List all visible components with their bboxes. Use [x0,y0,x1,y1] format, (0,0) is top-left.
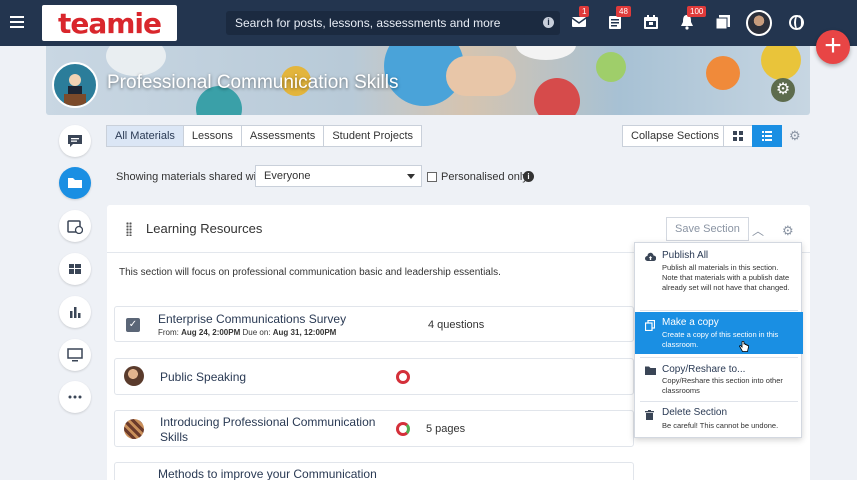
menu-divider [640,401,798,402]
view-settings-gear-icon[interactable]: ⚙ [789,128,801,144]
logo-text: teamie [57,6,162,40]
material-title[interactable]: Introducing Professional Communication [160,415,375,429]
menu-item-publish-all[interactable]: Publish All Publish all materials in thi… [635,243,803,309]
chevron-up-icon[interactable]: ︿ [752,222,764,239]
menu-item-title: Copy/Reshare to... [662,364,746,375]
tab-assessments[interactable]: Assessments [240,125,325,147]
dashboard-grid-icon[interactable] [59,253,91,285]
grid-view-icon[interactable] [723,125,753,147]
cloud-upload-icon [645,252,657,262]
tab-student-projects[interactable]: Student Projects [323,125,423,147]
section-settings-gear-icon[interactable]: ⚙ [782,223,794,239]
materials-tabs: All Materials Lessons Assessments Studen… [106,125,423,147]
calendar-clock-icon[interactable] [59,210,91,242]
banner-decoration [534,78,580,115]
menu-item-title: Publish All [662,250,709,261]
classroom-icon [52,62,98,108]
menu-item-make-a-copy[interactable]: Make a copy Create a copy of this sectio… [635,312,803,354]
folder-icon [645,366,656,376]
from-label: From: [158,328,179,337]
info-icon[interactable]: i [523,171,534,182]
notifications-badge: 100 [687,6,707,17]
user-avatar[interactable] [746,10,772,36]
search-placeholder: Search for posts, lessons, assessments a… [235,16,501,30]
list-view-icon[interactable] [752,125,782,147]
bell-icon[interactable]: 100 [679,6,707,30]
material-title[interactable]: Enterprise Communications Survey [158,312,346,326]
calendar-icon[interactable] [643,14,659,30]
teamie-logo[interactable]: teamie [42,5,177,41]
classroom-settings-gear-icon[interactable]: ⚙ [771,78,795,102]
add-plus-icon[interactable]: + [816,30,850,64]
hamburger-menu-icon[interactable] [10,16,24,28]
material-title[interactable]: Public Speaking [160,370,246,384]
copy-icon [644,319,656,332]
posts-rail-icon[interactable] [59,125,91,157]
chevron-down-icon [407,174,415,179]
monitor-icon[interactable] [59,339,91,371]
material-meta: 5 pages [426,423,466,435]
hand-cursor-icon [739,340,749,353]
banner-decoration [516,46,576,60]
material-thumbnail [124,419,144,439]
filter-label: Showing materials shared with [116,171,266,183]
drag-handle-icon[interactable] [126,222,132,236]
menu-item-description: Publish all materials in this section. N… [662,263,790,292]
more-options-icon[interactable] [59,381,91,413]
section-description: This section will focus on professional … [119,267,501,278]
mail-badge: 1 [579,6,590,17]
material-meta: 4 questions [428,319,485,331]
audience-select[interactable]: Everyone [255,165,422,187]
bar-chart-icon[interactable] [59,296,91,328]
search-info-icon[interactable]: i [543,17,554,28]
menu-item-title: Make a copy [662,317,719,328]
material-title-continued[interactable]: Skills [160,430,188,444]
material-title[interactable]: Methods to improve your Communication [158,467,377,480]
due-label: Due on: [242,328,271,337]
search-input[interactable]: Search for posts, lessons, assessments a… [226,11,560,35]
menu-item-description: Create a copy of this section in this cl… [662,330,779,349]
banner-decoration [706,56,740,90]
collapse-sections-button[interactable]: Collapse Sections [622,125,729,147]
posts-badge: 48 [616,6,631,17]
top-navigation-bar: teamie Search for posts, lessons, assess… [0,0,857,46]
tab-lessons[interactable]: Lessons [182,125,242,147]
personalised-only-checkbox[interactable] [427,172,437,182]
pages-icon[interactable] [715,14,731,30]
audience-select-value: Everyone [264,170,311,182]
personalised-only-label: Personalised only [441,171,528,183]
banner-decoration [446,56,516,96]
classroom-title: Professional Communication Skills [107,72,399,93]
material-thumbnail [124,366,144,386]
from-date: Aug 24, 2:00PM [181,328,241,337]
section-title: Learning Resources [146,221,263,236]
menu-item-description: Copy/Reshare this section into other cla… [662,376,783,395]
menu-item-delete-section[interactable]: Delete Section Be careful! This cannot b… [635,403,803,437]
checklist-icon: ✓ [126,318,140,332]
material-dates: From: Aug 24, 2:00PM Due on: Aug 31, 12:… [158,328,336,337]
banner-decoration [761,46,801,80]
status-ring-icon [396,370,410,384]
banner-decoration [596,52,626,82]
section-options-menu: Publish All Publish all materials in thi… [634,242,803,438]
menu-item-description: Be careful! This cannot be undone. [662,421,779,430]
status-ring-icon [396,422,410,436]
menu-divider [640,310,798,311]
tab-all-materials[interactable]: All Materials [106,125,184,147]
posts-icon[interactable]: 48 [608,6,631,30]
save-section-button[interactable]: Save Section [666,217,749,241]
menu-item-copy-reshare[interactable]: Copy/Reshare to... Copy/Reshare this sec… [635,358,803,399]
materials-folder-icon[interactable] [59,167,91,199]
trash-icon [645,410,655,420]
mail-icon[interactable]: 1 [571,6,590,30]
globe-icon[interactable] [789,15,804,30]
menu-item-title: Delete Section [662,407,728,418]
due-date: Aug 31, 12:00PM [272,328,337,337]
